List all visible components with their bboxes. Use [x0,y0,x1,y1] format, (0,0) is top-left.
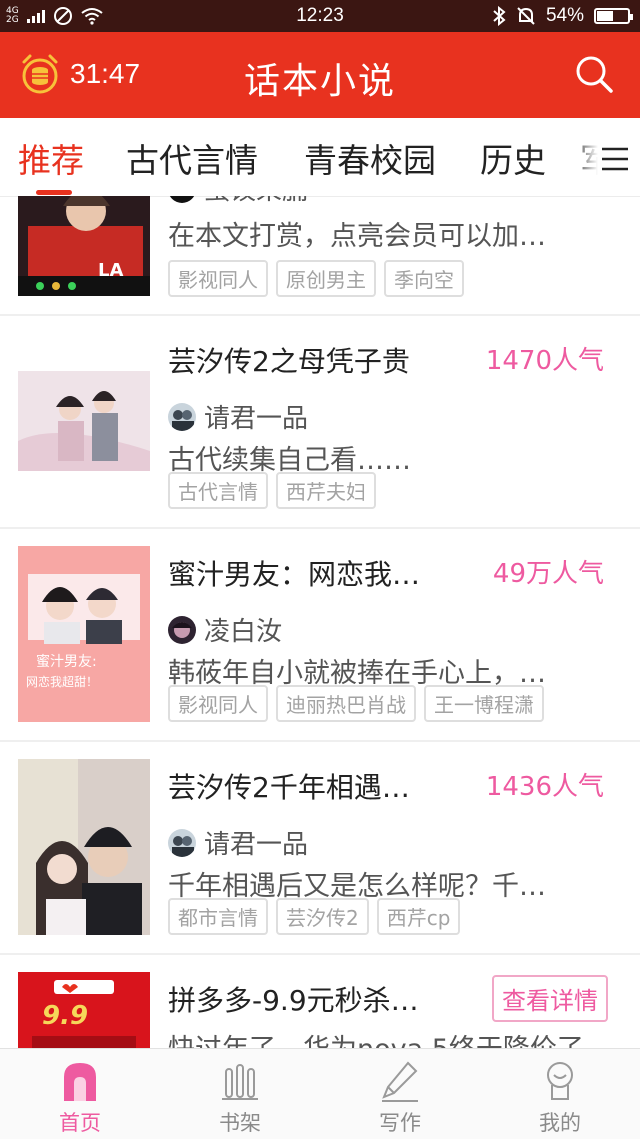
status-bar: 4G 2G 12:23 54% [0,0,640,32]
app-header: 31:47 话本小说 [0,32,640,118]
story-tag[interactable]: 影视同人 [168,685,268,722]
search-icon[interactable] [574,54,614,94]
story-tags: 影视同人 原创男主 季向空 [168,260,464,297]
tab-ancient-romance[interactable]: 古代言情 [126,134,258,182]
ad-cover: 9.9 [18,972,150,1048]
battery-fill [597,11,614,21]
nav-write[interactable]: 写作 [320,1049,480,1139]
story-cover: 蜜汁男友: 网恋我超甜！ [18,546,150,722]
ad-description: 快过年了，华为nova 5终于降价了 [168,1027,608,1048]
category-tabs: 推荐 古代言情 青春校园 历史 军 [0,118,640,197]
tab-campus[interactable]: 青春校园 [304,134,436,182]
story-author: 凌白汝 [168,611,282,648]
story-feed[interactable]: LA 蛋饺呆脯 在本文打赏，点亮会员可以加… 影视同人 原创男主 季向空 [0,196,640,1048]
cover-image: LA [18,196,150,296]
story-tag[interactable]: 迪丽热巴肖战 [276,685,416,722]
story-popularity: 1436人气 [485,772,604,802]
story-cover [18,759,150,935]
story-description: 在本文打赏，点亮会员可以加… [168,221,546,252]
bookshelf-icon [222,1064,258,1100]
bottom-navigation: 首页 书架 写作 我的 [0,1048,640,1139]
cover-title-text: 蜜汁男友: [36,654,97,670]
author-avatar [168,615,196,644]
mute-bell-icon [517,7,535,25]
story-tag[interactable]: 影视同人 [168,260,268,297]
app-title: 话本小说 [243,61,396,102]
ad-item[interactable]: 9.9 拼多多-9.9元秒杀… 查看详情 快过年了，华为nova 5终于降价了 [0,955,640,1048]
bluetooth-icon [493,6,506,26]
nav-profile[interactable]: 我的 [480,1049,640,1139]
nav-bookshelf[interactable]: 书架 [160,1049,320,1139]
story-tags: 古代言情 西芹夫妇 [168,472,376,509]
story-tag[interactable]: 王一博程潇 [424,685,544,722]
ad-image: 9.9 [18,972,150,1048]
menu-icon[interactable] [600,146,630,172]
story-tag[interactable]: 古代言情 [168,472,268,509]
view-details-button[interactable]: 查看详情 [492,975,608,1022]
story-popularity: 49万人气 [492,559,604,589]
active-tab-indicator [36,190,72,195]
pen-icon [382,1061,418,1102]
author-avatar [168,402,196,431]
battery-icon [594,8,633,24]
nav-bookshelf-label: 书架 [219,1111,261,1135]
author-name: 请君一品 [204,830,309,860]
story-cover: LA [18,196,150,296]
cover-subtitle-text: 网恋我超甜！ [26,674,98,689]
author-avatar [168,196,196,203]
story-item[interactable]: LA 蛋饺呆脯 在本文打赏，点亮会员可以加… 影视同人 原创男主 季向空 [0,196,640,316]
battery-percent: 54% [545,5,584,26]
story-title: 芸汐传2之母凭子贵 [168,345,410,378]
story-tag[interactable]: 都市言情 [168,898,268,935]
nav-write-label: 写作 [379,1111,421,1135]
story-tag[interactable]: 西芹夫妇 [276,472,376,509]
ad-price-text: 9.9 [42,1001,88,1031]
story-popularity: 1470人气 [485,346,604,376]
story-author: 请君一品 [168,398,308,435]
story-tags: 影视同人 迪丽热巴肖战 王一博程潇 [168,685,544,722]
story-tag[interactable]: 原创男主 [276,260,376,297]
story-item[interactable]: 蜜汁男友: 网恋我超甜！ 蜜汁男友：网恋我… 49万人气 凌白汝 韩莜年自小就被… [0,529,640,742]
author-name: 蛋饺呆脯 [204,196,308,207]
author-name: 请君一品 [204,404,309,434]
author-name: 凌白汝 [204,617,283,647]
ad-title: 拼多多-9.9元秒杀… [168,984,419,1017]
story-tag[interactable]: 芸汐传2 [276,898,369,935]
story-tag[interactable]: 季向空 [384,260,464,297]
story-cover [18,371,150,471]
story-title: 蜜汁男友：网恋我… [168,558,421,591]
profile-icon [547,1062,573,1100]
home-icon [64,1063,96,1101]
cover-image: 蜜汁男友: 网恋我超甜！ [18,546,150,722]
author-avatar [168,828,196,857]
story-item[interactable]: 芸汐传2之母凭子贵 1470人气 请君一品 古代续集自己看…… 古代言情 西芹夫… [0,316,640,529]
story-title: 芸汐传2千年相遇… [168,771,410,804]
story-tags: 都市言情 芸汐传2 西芹cp [168,898,461,935]
cover-image [18,759,150,935]
cover-image [18,371,150,471]
story-author: 请君一品 [168,824,308,861]
story-tag[interactable]: 西芹cp [376,898,461,935]
nav-home[interactable]: 首页 [0,1049,160,1139]
nav-profile-label: 我的 [539,1111,581,1135]
tab-history[interactable]: 历史 [480,134,546,182]
tab-recommend[interactable]: 推荐 [18,134,84,182]
nav-home-label: 首页 [59,1111,101,1135]
story-author: 蛋饺呆脯 [168,196,308,207]
status-right: 54% [492,5,633,27]
story-item[interactable]: 芸汐传2千年相遇… 1436人气 请君一品 千年相遇后又是怎么样呢？千… 都市言… [0,742,640,955]
